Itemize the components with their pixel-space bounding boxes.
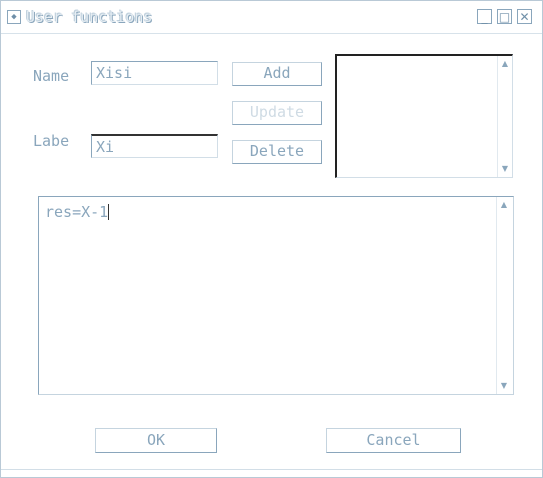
function-list-scrollbar[interactable]: ▲ ▼ bbox=[497, 56, 512, 177]
app-icon: ◆ bbox=[7, 10, 21, 24]
label-field[interactable]: Xi bbox=[91, 134, 218, 158]
expression-editor[interactable]: res=X-1 ▲ ▼ bbox=[38, 196, 514, 395]
close-button[interactable]: ✕ bbox=[517, 9, 532, 24]
minimize-button[interactable]: _ bbox=[477, 9, 492, 24]
maximize-button[interactable]: □ bbox=[497, 9, 512, 24]
window-title: User functions bbox=[26, 8, 153, 26]
scroll-down-icon[interactable]: ▼ bbox=[499, 163, 511, 175]
label-label: Labe bbox=[33, 132, 70, 150]
title-bar[interactable]: ◆ User functions _ □ ✕ bbox=[1, 1, 542, 34]
user-functions-dialog: ◆ User functions _ □ ✕ Name Xisi Labe Xi… bbox=[0, 0, 543, 478]
editor-scrollbar[interactable]: ▲ ▼ bbox=[496, 197, 513, 394]
cancel-button[interactable]: Cancel bbox=[326, 428, 461, 453]
add-button[interactable]: Add bbox=[232, 62, 322, 86]
scroll-up-icon[interactable]: ▲ bbox=[499, 58, 511, 70]
name-label: Name bbox=[33, 67, 70, 85]
expression-content: res=X-1 bbox=[45, 203, 109, 221]
delete-button[interactable]: Delete bbox=[232, 140, 322, 164]
editor-scroll-down-icon[interactable]: ▼ bbox=[498, 380, 510, 392]
ok-button[interactable]: OK bbox=[95, 428, 217, 453]
update-button[interactable]: Update bbox=[232, 101, 322, 125]
window-bottom-edge bbox=[1, 469, 542, 470]
text-caret bbox=[108, 204, 110, 220]
function-list[interactable]: ▲ ▼ bbox=[335, 54, 513, 178]
name-field[interactable]: Xisi bbox=[91, 61, 218, 85]
expression-text[interactable]: res=X-1 bbox=[45, 203, 110, 221]
editor-scroll-up-icon[interactable]: ▲ bbox=[498, 199, 510, 211]
